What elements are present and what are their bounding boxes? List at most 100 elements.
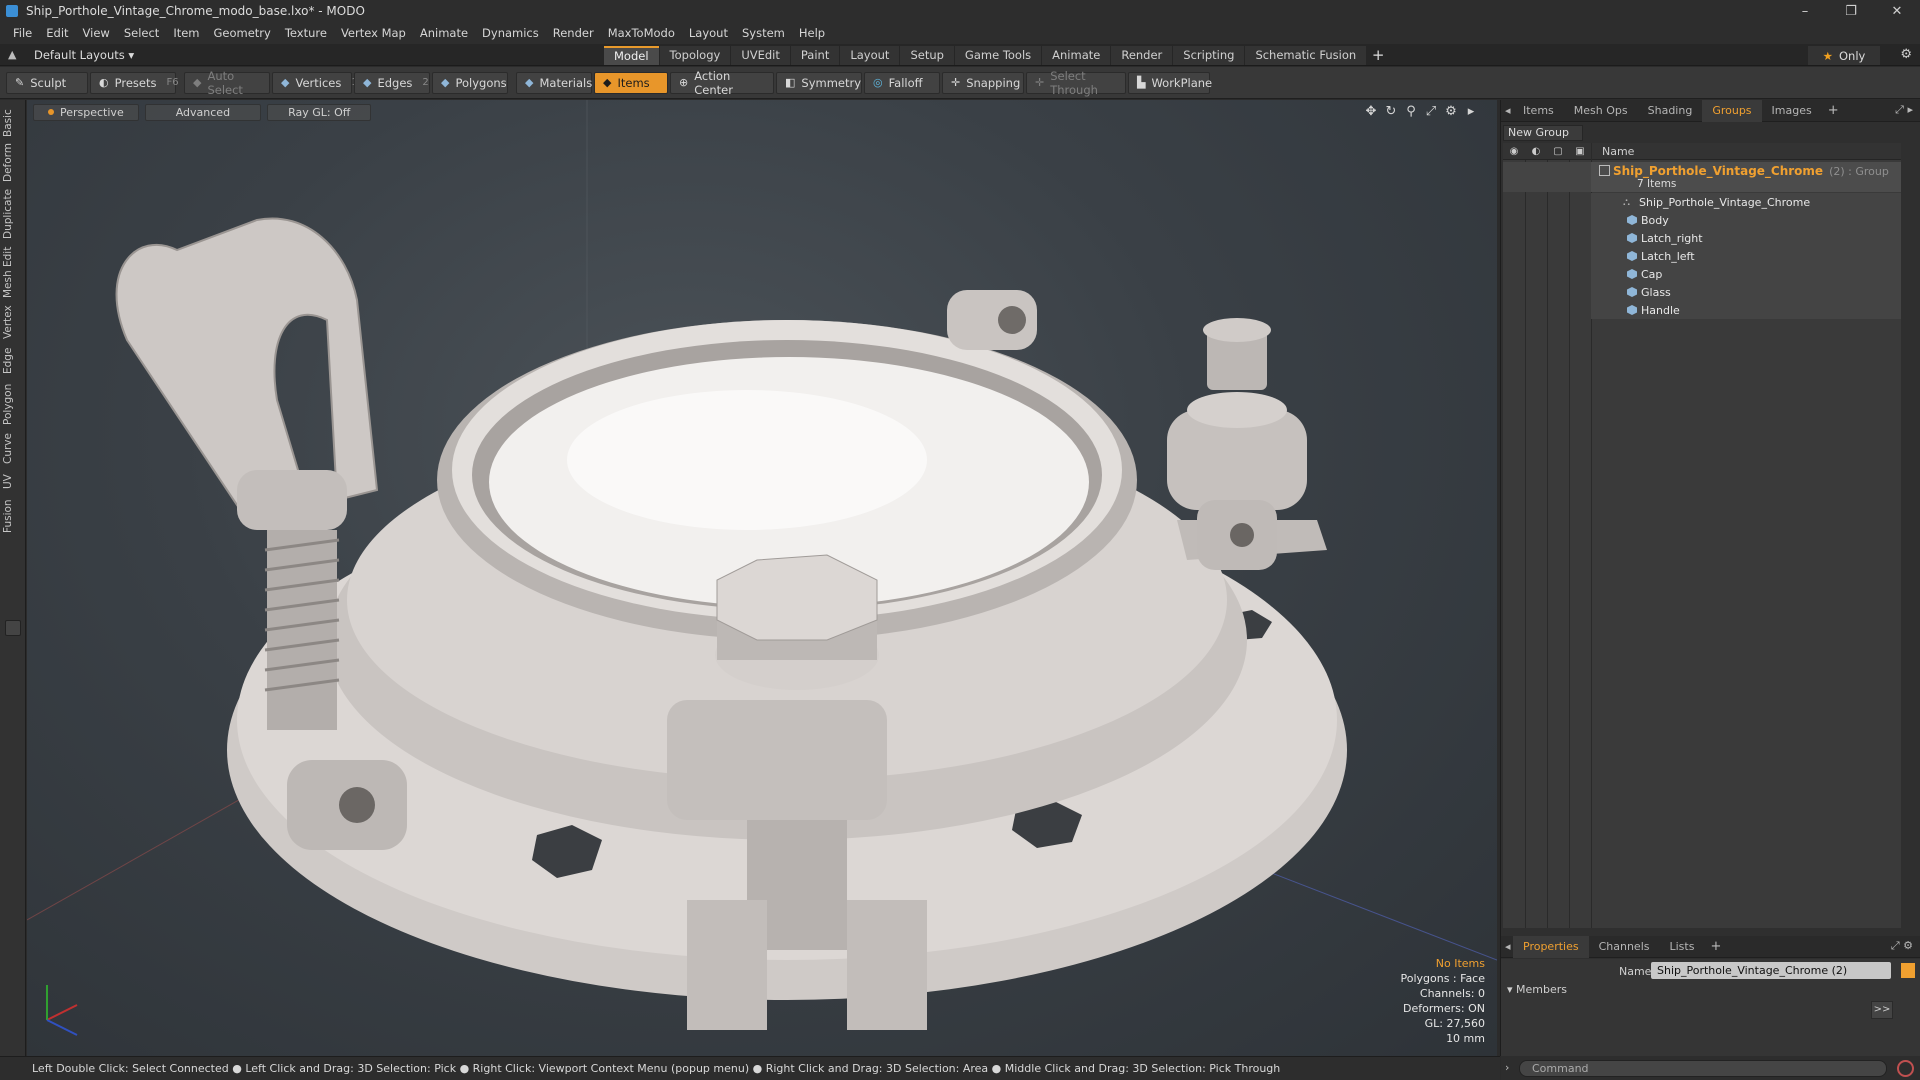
list-item[interactable]: Cap [1591,265,1901,283]
props-expand-icon[interactable]: ⤢ ⚙ [1891,939,1913,953]
tab-setup[interactable]: Setup [900,46,954,65]
menu-system[interactable]: System [735,22,792,44]
raygl-button[interactable]: Ray GL: Off [267,103,372,121]
sculpt-button[interactable]: ✎ Sculpt [6,71,88,94]
viewport-arrow-icon[interactable]: ▸ [1461,104,1481,119]
tab-topology[interactable]: Topology [659,46,731,65]
3d-viewport[interactable]: Perspective Advanced Ray GL: Off ✥ ↻ ⚲ ⤢… [27,100,1497,1056]
vtab-curve[interactable]: Curve [2,432,24,466]
menu-view[interactable]: View [76,22,117,44]
auto-select-button[interactable]: ◆ Auto Select [184,69,270,97]
lock-col-icon[interactable]: ▢ [1547,146,1569,157]
strip-toggle-button[interactable] [5,620,21,636]
minimize-button[interactable]: – [1782,0,1828,22]
menu-dynamics[interactable]: Dynamics [475,22,546,44]
rotate-icon[interactable]: ↻ [1381,104,1401,119]
tab-model[interactable]: Model [604,46,659,65]
workplane-button[interactable]: ▙ WorkPlane [1128,71,1212,94]
menu-maxtomodo[interactable]: MaxToModo [601,22,682,44]
vtab-basic[interactable]: Basic [2,108,24,138]
tab-channels[interactable]: Channels [1589,936,1660,958]
vtab-edge[interactable]: Edge [2,346,24,376]
list-item[interactable]: Body [1591,211,1901,229]
tab-paint[interactable]: Paint [790,46,840,65]
layouts-dropdown[interactable]: ▲ Default Layouts ▾ [8,44,134,66]
zoom-icon[interactable]: ⚲ [1401,104,1421,119]
group-color-swatch[interactable] [1901,963,1915,978]
select-col-icon[interactable]: ▣ [1569,146,1591,157]
tab-properties[interactable]: Properties [1513,935,1589,958]
tab-lists[interactable]: Lists [1660,936,1705,958]
restore-button[interactable]: ❐ [1828,0,1874,22]
visibility-col-icon[interactable]: ◉ [1503,146,1525,157]
menu-animate[interactable]: Animate [413,22,475,44]
select-through-button[interactable]: ✛ Select Through [1026,69,1126,97]
advanced-button[interactable]: Advanced [144,103,262,121]
vtab-fusion[interactable]: Fusion [2,498,24,534]
viewport-settings-icon[interactable]: ⚙ [1441,104,1461,119]
new-group-button[interactable]: New Group [1503,125,1583,141]
panel-expand-icon[interactable]: ⤢ ▸ [1895,103,1913,117]
vtab-uv[interactable]: UV [2,472,24,492]
tab-layout[interactable]: Layout [840,46,900,65]
vtab-polygon[interactable]: Polygon [2,382,24,426]
list-item[interactable]: Latch_left [1591,247,1901,265]
presets-button[interactable]: ◐ Presets F6 [90,71,179,94]
vtab-duplicate[interactable]: Duplicate [2,188,24,240]
perspective-button[interactable]: Perspective [33,103,139,121]
command-stop-icon[interactable] [1897,1060,1914,1077]
materials-button[interactable]: ◆ Materials [516,71,592,94]
list-item[interactable]: Latch_right [1591,229,1901,247]
symmetry-button[interactable]: ◧ Symmetry [776,71,862,94]
name-column-header[interactable]: Name [1591,142,1634,160]
maximize-icon[interactable]: ⤢ [1421,104,1441,119]
menu-texture[interactable]: Texture [278,22,334,44]
list-item[interactable]: Glass [1591,283,1901,301]
tab-items[interactable]: Items [1513,100,1564,122]
tab-render[interactable]: Render [1111,46,1173,65]
panel-collapse-icon[interactable]: ◂ [1501,100,1513,122]
members-section[interactable]: ▾ Members [1507,983,1567,996]
action-center-button[interactable]: ⊕ Action Center [670,69,774,97]
menu-layout[interactable]: Layout [682,22,735,44]
edges-button[interactable]: ◆ Edges 2 [354,71,430,94]
vtab-mesh-edit[interactable]: Mesh Edit [2,246,24,298]
props-collapse-icon[interactable]: ◂ [1501,936,1513,958]
menu-select[interactable]: Select [117,22,166,44]
only-toggle[interactable]: ★ Only [1808,46,1880,65]
gear-icon[interactable]: ⚙ [1900,47,1912,62]
render-col-icon[interactable]: ◐ [1525,146,1547,157]
menu-help[interactable]: Help [792,22,832,44]
tab-scripting[interactable]: Scripting [1173,46,1245,65]
members-add-button[interactable]: >> [1871,1001,1893,1019]
vtab-vertex[interactable]: Vertex [2,304,24,340]
group-row-flags[interactable] [1503,162,1591,192]
tab-groups[interactable]: Groups [1702,99,1762,122]
menu-geometry[interactable]: Geometry [207,22,278,44]
menu-edit[interactable]: Edit [39,22,75,44]
items-button[interactable]: ◆ Items [594,71,668,94]
close-button[interactable]: ✕ [1874,0,1920,22]
tab-schematic-fusion[interactable]: Schematic Fusion [1245,46,1367,65]
tab-game-tools[interactable]: Game Tools [954,46,1042,65]
list-item[interactable]: ⛬ Ship_Porthole_Vintage_Chrome [1591,193,1901,211]
tab-mesh-ops[interactable]: Mesh Ops [1564,100,1638,122]
snapping-button[interactable]: ✛ Snapping [942,71,1024,94]
group-row[interactable]: Ship_Porthole_Vintage_Chrome (2) : Group … [1591,162,1901,192]
tab-images[interactable]: Images [1762,100,1822,122]
falloff-button[interactable]: ◎ Falloff [864,71,940,94]
tab-animate[interactable]: Animate [1042,46,1111,65]
vtab-deform[interactable]: Deform [2,143,24,182]
tab-uvedit[interactable]: UVEdit [731,46,790,65]
add-props-tab-icon[interactable]: + [1704,939,1727,954]
menu-file[interactable]: File [6,22,39,44]
vertices-button[interactable]: ◆ Vertices 1 [272,71,358,94]
pan-icon[interactable]: ✥ [1361,104,1381,119]
list-item[interactable]: Handle [1591,301,1901,319]
command-input[interactable]: Command [1519,1060,1887,1077]
polygons-button[interactable]: ◆ Polygons [432,71,508,94]
tab-shading[interactable]: Shading [1638,100,1703,122]
menu-item[interactable]: Item [166,22,206,44]
add-panel-tab-icon[interactable]: + [1822,103,1845,118]
group-name-field[interactable]: Ship_Porthole_Vintage_Chrome (2) [1651,962,1891,979]
